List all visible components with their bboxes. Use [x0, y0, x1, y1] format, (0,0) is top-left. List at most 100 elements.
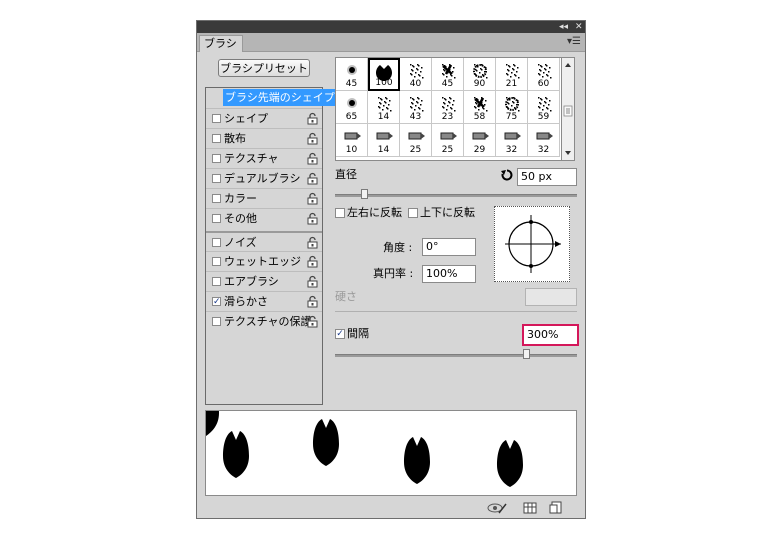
lock-icon[interactable] — [307, 275, 318, 288]
eye-brush-icon[interactable] — [487, 501, 507, 515]
list-item-checkbox[interactable] — [212, 194, 221, 203]
grid-icon[interactable] — [523, 501, 537, 515]
brush-size-label: 32 — [505, 145, 518, 155]
brush-tip-grid[interactable]: 45 100 40 45 90 21 60 65 14 43 23 58 75 59 10 14 25 25 29 3… — [335, 57, 575, 161]
brush-tip-cell[interactable]: 59 — [528, 91, 560, 124]
brush-tip-cell[interactable]: 65 — [336, 91, 368, 124]
brush-tip-cell[interactable]: 29 — [464, 124, 496, 157]
brush-tip-cell[interactable]: 58 — [464, 91, 496, 124]
list-item[interactable]: テクスチャ — [206, 148, 322, 169]
brush-tip-cell[interactable]: 100 — [368, 58, 400, 91]
brush-tip-cell[interactable]: 75 — [496, 91, 528, 124]
flip-x-checkbox[interactable] — [335, 208, 345, 218]
lock-icon[interactable] — [307, 172, 318, 185]
brush-preset-button[interactable]: ブラシプリセット — [218, 59, 310, 77]
roundness-input[interactable]: 100% — [422, 265, 476, 283]
brush-tip-cell[interactable]: 21 — [496, 58, 528, 91]
list-item-checkbox[interactable] — [212, 174, 221, 183]
diameter-slider-thumb[interactable] — [361, 189, 369, 199]
brush-tip-cell[interactable]: 32 — [496, 124, 528, 157]
list-item-checkbox[interactable] — [212, 317, 221, 326]
brush-tip-cell[interactable]: 23 — [432, 91, 464, 124]
brush-tip-cell[interactable]: 60 — [528, 58, 560, 91]
lock-icon[interactable] — [307, 295, 318, 308]
list-item-checkbox[interactable] — [212, 214, 221, 223]
list-item-checkbox[interactable] — [212, 154, 221, 163]
angle-input[interactable]: 0° — [422, 238, 476, 256]
spacing-slider-track[interactable] — [335, 354, 577, 357]
brush-tip-icon — [536, 132, 553, 140]
brush-tip-cell[interactable]: 45 — [336, 58, 368, 91]
brush-tip-cell[interactable]: 32 — [528, 124, 560, 157]
list-item[interactable]: ✓ 滑らかさ — [206, 291, 322, 312]
tab-brush[interactable]: ブラシ — [199, 35, 243, 52]
list-item[interactable]: エアブラシ — [206, 271, 322, 292]
list-item-checkbox[interactable] — [212, 238, 221, 247]
collapse-icon[interactable]: ◂◂ — [559, 21, 568, 33]
list-item-label: シェイプ — [224, 112, 268, 125]
list-item[interactable]: 散布 — [206, 128, 322, 149]
grid-scrollbar[interactable] — [561, 57, 575, 161]
brush-size-label: 45 — [345, 79, 358, 89]
brush-tip-icon — [344, 132, 361, 140]
list-item-brush-tip-shape[interactable]: ブラシ先端のシェイプ — [206, 88, 337, 108]
brush-tip-cell[interactable]: 25 — [400, 124, 432, 157]
list-item-checkbox[interactable] — [212, 114, 221, 123]
lock-icon[interactable] — [307, 255, 318, 268]
brush-tip-cell[interactable]: 43 — [400, 91, 432, 124]
hardness-label: 硬さ — [335, 290, 357, 303]
brush-tip-cell[interactable]: 90 — [464, 58, 496, 91]
hardness-input — [525, 288, 577, 306]
lock-icon[interactable] — [307, 112, 318, 125]
brush-size-label: 59 — [537, 112, 550, 122]
hardness-slider-track — [335, 311, 577, 312]
flip-y-checkbox[interactable] — [408, 208, 418, 218]
list-item[interactable]: ウェットエッジ — [206, 251, 322, 272]
list-item-label: デュアルブラシ — [224, 172, 301, 185]
brush-tip-cell[interactable]: 40 — [400, 58, 432, 91]
lock-icon[interactable] — [307, 192, 318, 205]
list-item-checkbox[interactable] — [212, 134, 221, 143]
lock-icon[interactable] — [307, 315, 318, 328]
list-item-label: ブラシ先端のシェイプ — [223, 89, 337, 106]
list-item[interactable]: テクスチャの保護 — [206, 311, 322, 332]
reset-size-icon[interactable] — [501, 169, 513, 181]
lock-icon[interactable] — [307, 212, 318, 225]
brush-size-label: 100 — [375, 78, 393, 88]
list-item[interactable]: カラー — [206, 188, 322, 209]
list-item-checkbox[interactable] — [212, 257, 221, 266]
diameter-slider-track[interactable] — [335, 194, 577, 197]
spacing-slider-thumb[interactable] — [523, 349, 531, 359]
list-item-checkbox[interactable] — [212, 277, 221, 286]
lock-icon[interactable] — [307, 152, 318, 165]
brush-panel: ◂◂ ✕ ブラシ ▾☰ ブラシプリセット ブラシ先端のシェイプ シェイプ 散布 テク… — [196, 20, 586, 519]
new-page-icon[interactable] — [549, 501, 563, 515]
list-item[interactable]: ノイズ — [206, 231, 322, 253]
spacing-input[interactable]: 300% — [522, 324, 579, 346]
list-item-label: エアブラシ — [224, 275, 279, 288]
brush-size-label: 58 — [473, 112, 486, 122]
brush-tip-icon — [537, 64, 551, 79]
list-item[interactable]: その他 — [206, 208, 322, 229]
panel-titlebar: ◂◂ ✕ — [197, 21, 585, 33]
brush-tip-icon — [409, 97, 423, 112]
close-icon[interactable]: ✕ — [575, 21, 583, 33]
brush-tip-cell[interactable]: 25 — [432, 124, 464, 157]
brush-tip-icon — [504, 97, 519, 112]
diameter-input[interactable]: 50 px — [517, 168, 577, 186]
lock-icon[interactable] — [307, 132, 318, 145]
brush-size-label: 40 — [409, 79, 422, 89]
brush-tip-cell[interactable]: 10 — [336, 124, 368, 157]
angle-roundness-widget[interactable] — [494, 206, 570, 282]
panel-menu-icon[interactable]: ▾☰ — [567, 36, 581, 47]
spacing-label: 間隔 — [347, 327, 369, 340]
brush-tip-cell[interactable]: 14 — [368, 124, 400, 157]
list-item[interactable]: デュアルブラシ — [206, 168, 322, 189]
lock-icon[interactable] — [307, 236, 318, 249]
brush-tip-cell[interactable]: 45 — [432, 58, 464, 91]
list-item[interactable]: シェイプ — [206, 108, 322, 129]
brush-tip-cell[interactable]: 14 — [368, 91, 400, 124]
spacing-checkbox[interactable]: ✓ — [335, 329, 345, 339]
brush-tip-icon — [408, 132, 425, 140]
list-item-checkbox[interactable]: ✓ — [212, 297, 221, 307]
